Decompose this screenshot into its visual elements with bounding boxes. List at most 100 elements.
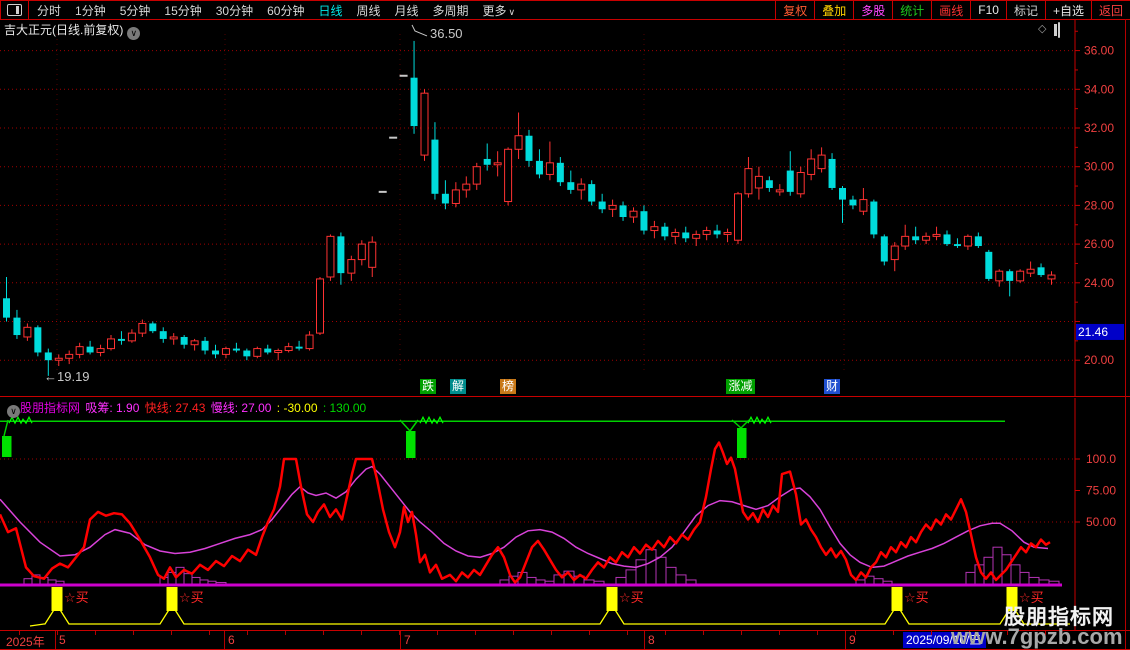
green-marker-box [737,428,747,458]
candle [357,240,366,266]
histogram-bar [1019,571,1030,586]
candle [650,220,659,239]
indicator-axis-label: 100.0 [1086,452,1116,466]
period-tab-日线[interactable]: 日线 [318,2,342,19]
slow-line [0,465,1049,569]
badge-涨减[interactable]: 涨减 [726,379,755,394]
candle [284,342,293,353]
candle [640,205,648,235]
candle [243,348,251,361]
high-annotation: 36.50 [430,26,463,41]
indicator-chart[interactable]: ☆买 ☆买 ☆买 ☆买 ☆买100.075.0050.00 [0,398,1130,630]
candle [817,147,826,173]
buy-marker-bar [606,587,618,611]
period-tab-分时[interactable]: 分时 [37,2,61,19]
period-tab-1分钟[interactable]: 1分钟 [75,2,106,19]
green-marker-box [2,436,12,457]
candle [34,325,42,357]
week-tick [551,631,552,635]
price-axis-label: 34.00 [1084,82,1114,96]
candle [180,335,188,349]
toolbar-button-F10[interactable]: F10 [970,1,1006,19]
toolbar-button-复权[interactable]: 复权 [775,1,814,19]
month-divider [55,631,56,649]
toolbar-button-标记[interactable]: 标记 [1005,1,1045,19]
indicator-header-segment: : -30.00 [273,401,318,415]
toolbar-button-统计[interactable]: 统计 [892,1,931,19]
candle [462,176,471,198]
candle [786,151,794,196]
badge-财[interactable]: 财 [824,379,840,394]
indicator-axis-label: 75.00 [1086,484,1116,498]
watermark-site-url: www.7gpzb.com [951,624,1123,649]
indicator-header[interactable]: ∨ 股朋指标网 吸筹: 1.90 快线: 27.43 慢线: 27.00 : -3… [3,399,368,418]
candle [796,166,805,198]
candle [368,236,377,277]
chevron-down-icon[interactable]: ∨ [7,405,20,418]
month-divider [400,631,401,649]
candle [127,329,136,343]
price-axis-label: 36.00 [1084,44,1114,58]
period-tab-多周期[interactable]: 多周期 [433,2,469,19]
period-tab-60分钟[interactable]: 60分钟 [267,2,304,19]
green-marker-box [406,431,416,458]
candle [567,170,575,194]
candle [953,238,961,248]
week-tick [247,631,248,635]
month-divider [845,631,846,649]
candle [337,232,345,285]
candle [839,186,846,223]
badge-榜[interactable]: 榜 [500,379,516,394]
candle [734,191,742,245]
candle [525,129,533,167]
layout-toggle-button[interactable] [0,1,29,19]
buy-marker-bar [891,587,903,611]
period-tab-30分钟[interactable]: 30分钟 [216,2,253,19]
candlestick-chart[interactable]: 36.00 34.00 32.00 30.00 28.00 26.00 24.00 20.00… [0,20,1130,396]
badge-解[interactable]: 解 [450,379,466,394]
histogram-bar [645,549,657,586]
period-tab-15分钟[interactable]: 15分钟 [164,2,201,19]
week-tick [95,631,96,635]
period-tab-周线[interactable]: 周线 [356,2,380,19]
toolbar-button-+自选[interactable]: +自选 [1044,1,1091,19]
badge-跌[interactable]: 跌 [420,379,436,394]
toolbar-button-返回[interactable]: 返回 [1090,1,1130,19]
candle [493,151,502,177]
week-tick [665,631,666,635]
week-tick [19,631,20,635]
fast-line [0,441,1051,584]
candle [54,354,63,367]
candle [828,153,836,190]
week-tick [741,631,742,635]
candle [880,234,888,266]
candle [107,335,115,351]
candle [420,89,429,161]
candle [472,162,481,190]
candle [598,193,606,214]
candle [169,333,178,345]
candle [212,344,219,359]
toolbar-button-多股[interactable]: 多股 [853,1,892,19]
candle [995,269,1004,287]
week-tick [589,631,590,635]
candle [754,166,763,200]
histogram-bar [1010,564,1021,586]
price-axis-label: 24.00 [1084,276,1114,290]
histogram-bar [675,574,687,586]
week-tick [361,631,362,635]
histogram-bar [625,569,637,586]
period-tab-5分钟[interactable]: 5分钟 [120,2,151,19]
period-tab-更多[interactable]: 更多 ∨ [483,2,516,19]
week-tick [475,631,476,635]
pane-layout-icon [7,4,22,16]
candle [870,199,878,239]
candle [671,228,680,245]
toolbar-button-叠加[interactable]: 叠加 [814,1,853,19]
period-tab-月线[interactable]: 月线 [395,2,419,19]
candle [326,234,335,281]
candle [765,176,773,192]
indicator-axis-label: 50.00 [1086,515,1116,529]
candle [775,184,784,196]
toolbar-button-画线[interactable]: 画线 [931,1,970,19]
